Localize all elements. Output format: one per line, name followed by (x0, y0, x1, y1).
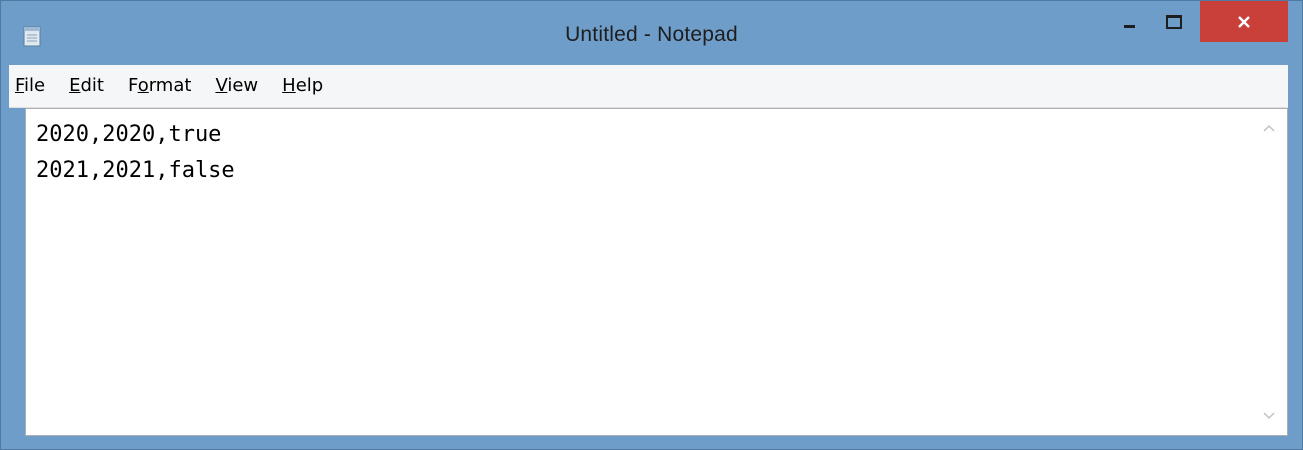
close-icon (1238, 15, 1250, 28)
menu-help[interactable]: Help (270, 71, 335, 101)
notepad-window: Untitled - Notepad File Edit Format View… (0, 0, 1303, 450)
minimize-button[interactable] (1109, 1, 1149, 42)
chevron-down-icon (1263, 412, 1275, 420)
menu-bar: File Edit Format View Help (9, 65, 1288, 108)
menu-view[interactable]: View (203, 71, 270, 101)
maximize-button[interactable] (1151, 1, 1197, 42)
menu-format[interactable]: Format (116, 71, 203, 101)
scroll-up-button[interactable] (1251, 111, 1287, 145)
vertical-scrollbar[interactable] (1251, 109, 1287, 435)
menu-file[interactable]: File (9, 71, 57, 101)
maximize-icon (1166, 14, 1182, 29)
close-button[interactable] (1200, 1, 1288, 42)
scroll-down-button[interactable] (1251, 399, 1287, 433)
window-bottom-border (1, 436, 1302, 450)
chevron-up-icon (1263, 124, 1275, 132)
menu-edit[interactable]: Edit (57, 71, 116, 101)
minimize-icon (1123, 25, 1135, 28)
text-editor[interactable]: 2020,2020,true 2021,2021,false (25, 108, 1288, 436)
title-bar[interactable]: Untitled - Notepad (1, 1, 1302, 65)
window-title: Untitled - Notepad (565, 23, 738, 46)
editor-content[interactable]: 2020,2020,true 2021,2021,false (36, 117, 1247, 435)
